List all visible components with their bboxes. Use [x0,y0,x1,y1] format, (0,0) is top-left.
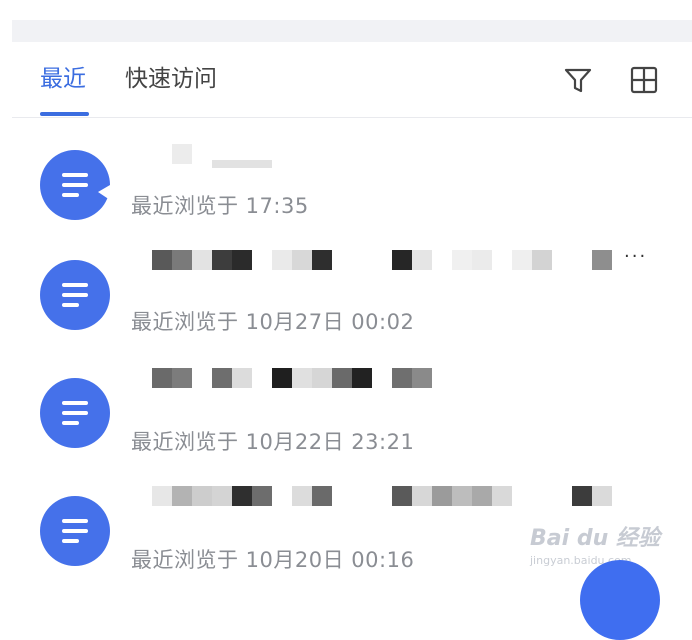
more-options-icon[interactable]: ··· [624,246,647,267]
document-icon [40,150,110,220]
file-subtitle: 最近浏览于 17:35 [131,194,309,218]
file-subtitle: 最近浏览于 10月20日 00:16 [131,548,415,572]
file-title-redacted [150,136,620,176]
floating-action-button[interactable] [580,560,660,640]
document-icon [40,496,110,566]
list-item[interactable]: 最近浏览于 17:35 [0,118,692,236]
document-icon [40,378,110,448]
file-subtitle: 最近浏览于 10月22日 23:21 [131,430,415,454]
file-title-redacted [150,478,620,518]
list-item[interactable]: ··· 最近浏览于 10月27日 00:02 [0,224,692,342]
file-subtitle: 最近浏览于 10月27日 00:02 [131,310,415,334]
tab-recent[interactable]: 最近 [40,65,86,93]
active-tab-indicator [40,112,89,116]
list-item[interactable]: 最近浏览于 10月22日 23:21 [0,342,692,460]
top-bar [12,20,692,42]
document-icon [40,260,110,330]
tab-bar: 最近 快速访问 [12,42,692,118]
watermark-text: Bai du 经验 [530,526,660,551]
file-title-redacted [150,242,620,282]
tab-quick-access[interactable]: 快速访问 [125,65,217,93]
filter-icon[interactable] [563,65,593,95]
grid-view-icon[interactable] [629,65,659,95]
file-title-redacted [150,360,620,400]
